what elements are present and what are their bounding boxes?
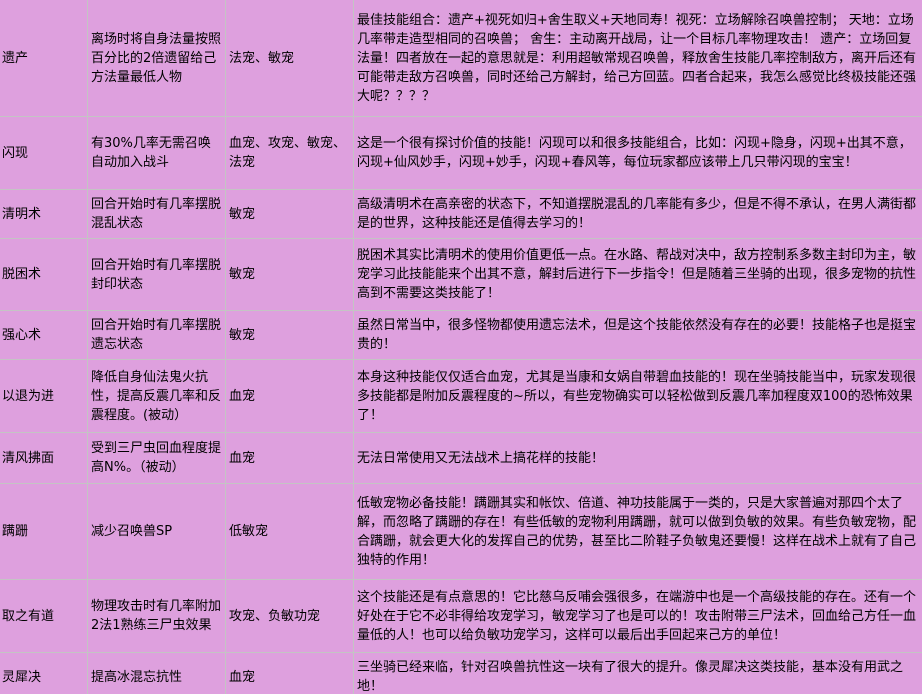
skill-name-cell: 清明术 [0, 189, 88, 239]
skill-comment-cell: 低敏宠物必备技能！蹒跚其实和帐饮、倍道、神功技能属于一类的，只是大家普遍对那四个… [353, 483, 922, 580]
skill-name-cell: 强心术 [0, 310, 88, 360]
suitable-pets-cell: 敏宠 [225, 189, 354, 239]
skill-comment-cell: 这是一个很有探讨价值的技能！闪现可以和很多技能组合，比如：闪现+隐身，闪现+出其… [353, 116, 922, 190]
suitable-pets-cell: 低敏宠 [225, 483, 354, 580]
skill-effect-cell: 回合开始时有几率摆脱混乱状态 [87, 189, 226, 239]
skill-comment-cell: 本身这种技能仅仅适合血宠，尤其是当康和女娲自带碧血技能的！现在坐骑技能当中，玩家… [353, 359, 922, 433]
suitable-pets-cell: 血宠 [225, 359, 354, 433]
suitable-pets-cell: 敏宠 [225, 238, 354, 311]
skill-name-cell: 灵犀决 [0, 652, 88, 694]
skill-comment-cell: 脱困术其实比清明术的使用价值更低一点。在水路、帮战对决中，敌方控制系多数主封印为… [353, 238, 922, 311]
table-row: 遗产 离场时将自身法量按照百分比的2倍遗留给己方法量最低人物 法宠、敏宠 最佳技… [0, 0, 922, 117]
skill-effect-cell: 有30%几率无需召唤自动加入战斗 [87, 116, 226, 190]
skill-comment-cell: 无法日常使用又无法战术上搞花样的技能！ [353, 432, 922, 484]
suitable-pets-cell: 血宠 [225, 432, 354, 484]
suitable-pets-cell: 攻宠、负敏功宠 [225, 579, 354, 653]
skill-name-cell: 闪现 [0, 116, 88, 190]
skill-effect-cell: 离场时将自身法量按照百分比的2倍遗留给己方法量最低人物 [87, 0, 226, 117]
skill-comment-cell: 三坐骑已经来临，针对召唤兽抗性这一块有了很大的提升。像灵犀决这类技能，基本没有用… [353, 652, 922, 694]
suitable-pets-cell: 敏宠 [225, 310, 354, 360]
table-row: 闪现 有30%几率无需召唤自动加入战斗 血宠、攻宠、敏宠、法宠 这是一个很有探讨… [0, 116, 922, 190]
table-row: 灵犀决 提高冰混忘抗性 血宠 三坐骑已经来临，针对召唤兽抗性这一块有了很大的提升… [0, 652, 922, 694]
skill-name-cell: 清风拂面 [0, 432, 88, 484]
skill-name-cell: 取之有道 [0, 579, 88, 653]
skill-effect-cell: 回合开始时有几率摆脱封印状态 [87, 238, 226, 311]
skill-name-cell: 蹒跚 [0, 483, 88, 580]
skill-effect-cell: 物理攻击时有几率附加2法1熟练三尸虫效果 [87, 579, 226, 653]
table-row: 以退为进 降低自身仙法鬼火抗性，提高反震几率和反震程度。(被动） 血宠 本身这种… [0, 359, 922, 433]
skill-effect-cell: 回合开始时有几率摆脱遗忘状态 [87, 310, 226, 360]
skill-comment-cell: 虽然日常当中，很多怪物都使用遗忘法术，但是这个技能依然没有存在的必要！技能格子也… [353, 310, 922, 360]
suitable-pets-cell: 血宠、攻宠、敏宠、法宠 [225, 116, 354, 190]
table-row: 脱困术 回合开始时有几率摆脱封印状态 敏宠 脱困术其实比清明术的使用价值更低一点… [0, 238, 922, 311]
skill-comment-cell: 最佳技能组合：遗产+视死如归+舍生取义+天地同寿！视死：立场解除召唤兽控制； 天… [353, 0, 922, 117]
skill-comment-cell: 这个技能还是有点意思的！它比慈乌反哺会强很多，在端游中也是一个高级技能的存在。还… [353, 579, 922, 653]
pet-skill-table-body: 遗产 离场时将自身法量按照百分比的2倍遗留给己方法量最低人物 法宠、敏宠 最佳技… [0, 0, 922, 694]
skill-effect-cell: 减少召唤兽SP [87, 483, 226, 580]
table-row: 强心术 回合开始时有几率摆脱遗忘状态 敏宠 虽然日常当中，很多怪物都使用遗忘法术… [0, 310, 922, 360]
skill-effect-cell: 降低自身仙法鬼火抗性，提高反震几率和反震程度。(被动） [87, 359, 226, 433]
table-row: 清风拂面 受到三尸虫回血程度提高N%。（被动） 血宠 无法日常使用又无法战术上搞… [0, 432, 922, 484]
skill-effect-cell: 受到三尸虫回血程度提高N%。（被动） [87, 432, 226, 484]
table-row: 取之有道 物理攻击时有几率附加2法1熟练三尸虫效果 攻宠、负敏功宠 这个技能还是… [0, 579, 922, 653]
pet-skill-table: 遗产 离场时将自身法量按照百分比的2倍遗留给己方法量最低人物 法宠、敏宠 最佳技… [0, 0, 922, 694]
table-row: 清明术 回合开始时有几率摆脱混乱状态 敏宠 高级清明术在高亲密的状态下，不知道摆… [0, 189, 922, 239]
skill-comment-cell: 高级清明术在高亲密的状态下，不知道摆脱混乱的几率能有多少，但是不得不承认，在男人… [353, 189, 922, 239]
suitable-pets-cell: 血宠 [225, 652, 354, 694]
skill-name-cell: 遗产 [0, 0, 88, 117]
suitable-pets-cell: 法宠、敏宠 [225, 0, 354, 117]
skill-name-cell: 脱困术 [0, 238, 88, 311]
skill-effect-cell: 提高冰混忘抗性 [87, 652, 226, 694]
table-row: 蹒跚 减少召唤兽SP 低敏宠 低敏宠物必备技能！蹒跚其实和帐饮、倍道、神功技能属… [0, 483, 922, 580]
skill-name-cell: 以退为进 [0, 359, 88, 433]
